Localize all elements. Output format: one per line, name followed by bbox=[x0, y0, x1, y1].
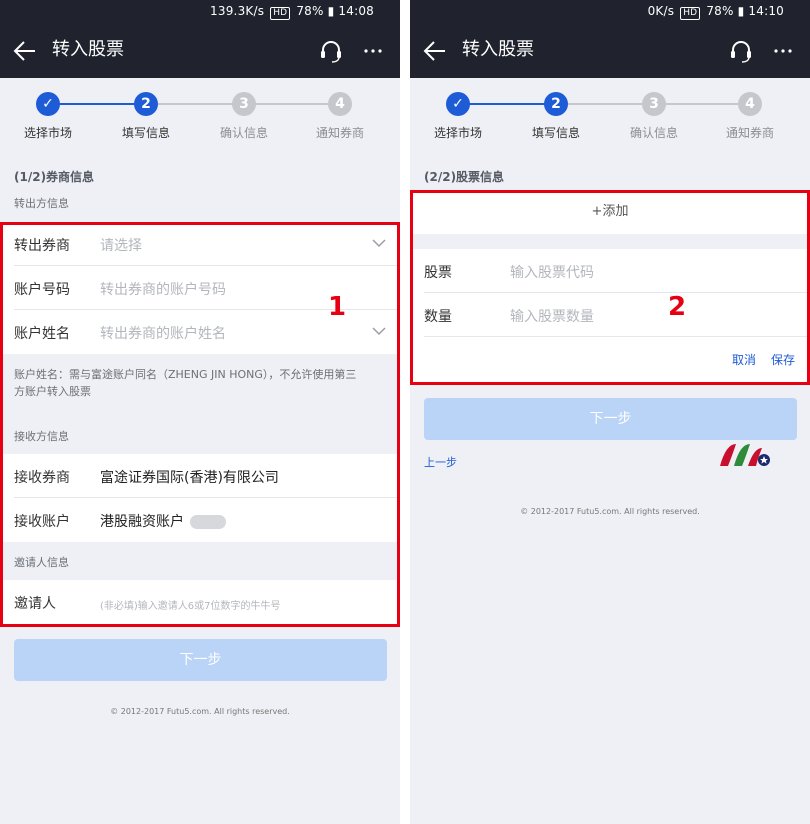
step-1-check-icon: ✓ bbox=[36, 92, 60, 116]
back-arrow-icon[interactable] bbox=[12, 38, 38, 64]
more-icon[interactable] bbox=[770, 38, 796, 64]
step-1-label: 选择市场 bbox=[433, 126, 482, 140]
copyright: © 2012-2017 Futu5.com. All rights reserv… bbox=[520, 507, 700, 516]
status-text: 0K/s HD 78% ▮ 14:10 bbox=[648, 4, 784, 20]
stepper: ✓ 2 3 4 选择市场 填写信息 确认信息 通知券商 bbox=[0, 78, 400, 152]
step-2-circle: 2 bbox=[544, 92, 568, 116]
headset-icon[interactable] bbox=[318, 38, 344, 64]
step-4-label: 通知券商 bbox=[315, 126, 364, 140]
step-3-circle: 3 bbox=[232, 92, 256, 116]
step-4-circle: 4 bbox=[328, 92, 352, 116]
step-4-circle: 4 bbox=[738, 92, 762, 116]
nav-bar: 转入股票 bbox=[0, 24, 400, 78]
step-2-label: 填写信息 bbox=[531, 126, 580, 140]
next-button[interactable]: 下一步 bbox=[424, 398, 797, 440]
page-title: 转入股票 bbox=[462, 39, 534, 60]
phone-screen-right: 0K/s HD 78% ▮ 14:10 转入股票 ✓ 2 3 4 选择市场 填写… bbox=[410, 0, 810, 824]
hd-badge: HD bbox=[680, 7, 701, 20]
step-line-done bbox=[48, 103, 146, 105]
status-text: 139.3K/s HD 78% ▮ 14:08 bbox=[210, 4, 374, 20]
prev-link[interactable]: 上一步 bbox=[424, 454, 457, 470]
page-title: 转入股票 bbox=[52, 39, 124, 60]
status-bar: 139.3K/s HD 78% ▮ 14:08 bbox=[0, 0, 400, 24]
section-title: (1/2)券商信息 bbox=[14, 170, 95, 184]
watermark-logo-icon bbox=[720, 444, 770, 466]
copyright: © 2012-2017 Futu5.com. All rights reserv… bbox=[110, 707, 290, 716]
step-3-circle: 3 bbox=[642, 92, 666, 116]
network-speed: 0K/s bbox=[647, 4, 679, 18]
step-1-check-icon: ✓ bbox=[446, 92, 470, 116]
more-icon[interactable] bbox=[360, 38, 386, 64]
callout-number-1: 1 bbox=[328, 292, 347, 322]
step-2-circle: 2 bbox=[134, 92, 158, 116]
status-bar: 0K/s HD 78% ▮ 14:10 bbox=[410, 0, 810, 24]
highlight-box-1 bbox=[0, 222, 400, 627]
nav-bar: 转入股票 bbox=[410, 24, 810, 78]
section-title: (2/2)股票信息 bbox=[424, 170, 505, 184]
step-line-done bbox=[458, 103, 556, 105]
transfer-out-heading: 转出方信息 bbox=[14, 197, 69, 210]
stepper: ✓ 2 3 4 选择市场 填写信息 确认信息 通知券商 bbox=[410, 78, 810, 152]
battery-time: 78% ▮ 14:10 bbox=[706, 4, 784, 18]
step-2-label: 填写信息 bbox=[121, 126, 170, 140]
network-speed: 139.3K/s bbox=[210, 4, 269, 18]
next-button[interactable]: 下一步 bbox=[14, 639, 387, 681]
step-3-label: 确认信息 bbox=[219, 126, 268, 140]
step-1-label: 选择市场 bbox=[23, 126, 72, 140]
step-4-label: 通知券商 bbox=[725, 126, 774, 140]
headset-icon[interactable] bbox=[728, 38, 754, 64]
back-arrow-icon[interactable] bbox=[422, 38, 448, 64]
hd-badge: HD bbox=[270, 7, 291, 20]
callout-number-2: 2 bbox=[668, 292, 687, 322]
battery-time: 78% ▮ 14:08 bbox=[296, 4, 374, 18]
step-3-label: 确认信息 bbox=[629, 126, 678, 140]
highlight-box-2 bbox=[410, 190, 810, 385]
